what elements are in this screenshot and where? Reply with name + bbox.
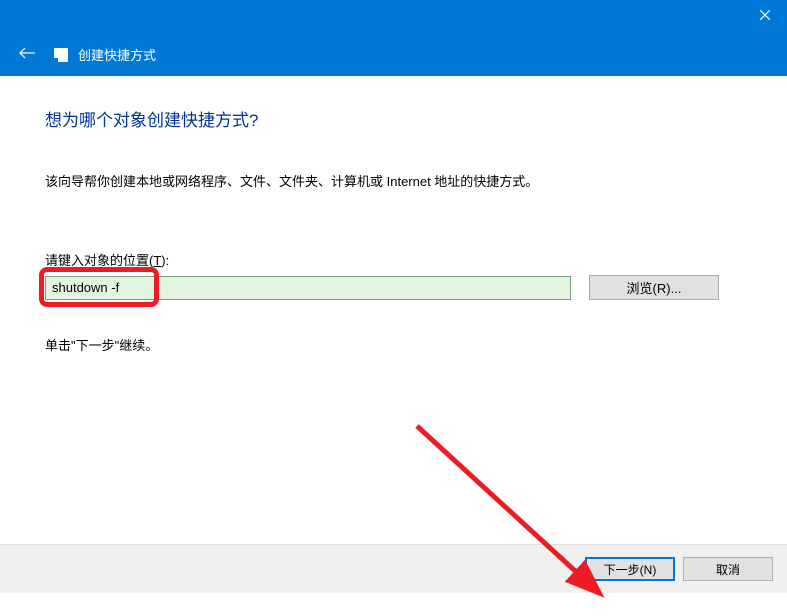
continue-instruction: 单击"下一步"继续。 <box>45 335 742 354</box>
next-button[interactable]: 下一步(N) <box>585 557 675 581</box>
arrow-left-icon <box>18 47 36 59</box>
location-field-label: 请键入对象的位置(T): <box>45 250 742 269</box>
back-arrow-icon[interactable] <box>18 46 36 64</box>
wizard-title: 创建快捷方式 <box>78 45 156 64</box>
input-wrapper <box>45 276 571 300</box>
location-input[interactable] <box>45 276 571 300</box>
content-area: 想为哪个对象创建快捷方式? 该向导帮你创建本地或网络程序、文件、文件夹、计算机或… <box>0 76 787 544</box>
page-heading: 想为哪个对象创建快捷方式? <box>45 106 742 131</box>
titlebar: 创建快捷方式 <box>0 0 787 76</box>
footer-button-bar: 下一步(N) 取消 <box>0 544 787 593</box>
browse-button[interactable]: 浏览(R)... <box>589 275 719 300</box>
input-row: 浏览(R)... <box>45 275 742 300</box>
description-text: 该向导帮你创建本地或网络程序、文件、文件夹、计算机或 Internet 地址的快… <box>45 171 742 190</box>
shortcut-wizard-icon <box>54 48 68 62</box>
close-icon <box>760 10 770 20</box>
close-button[interactable] <box>742 0 787 30</box>
cancel-button[interactable]: 取消 <box>683 557 773 581</box>
